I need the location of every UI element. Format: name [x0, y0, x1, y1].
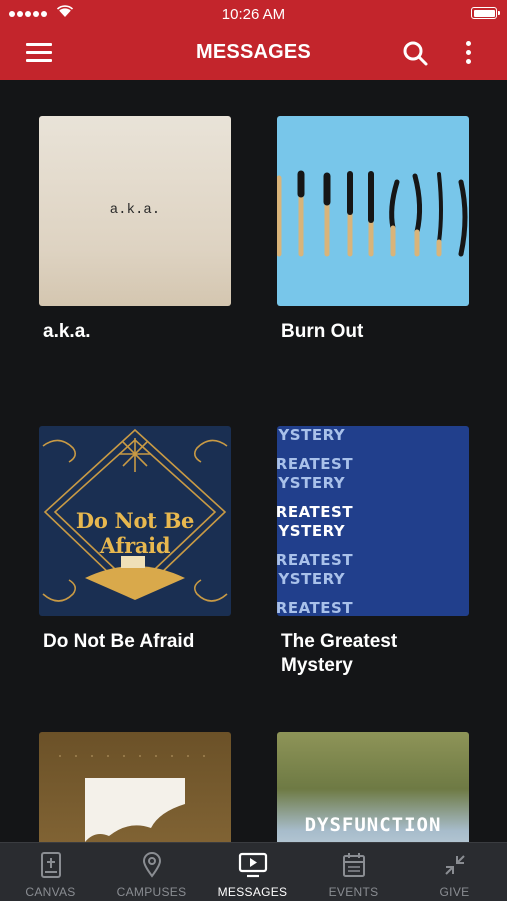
- thumbnail-text: GREATEST: [277, 455, 354, 473]
- tv-play-icon: [238, 852, 267, 878]
- search-icon[interactable]: [401, 39, 429, 67]
- thumbnail-text: GREATEST: [277, 599, 354, 616]
- thumbnail-text-pattern: MYSTERY GREATEST MYSTERY GREATEST MYSTER…: [277, 426, 469, 616]
- location-pin-icon: [142, 852, 161, 878]
- thumbnail-text: MYSTERY: [277, 426, 346, 444]
- thumbnail-text: MYSTERY: [277, 474, 346, 492]
- matches-illustration: [277, 170, 468, 257]
- message-thumbnail: a.k.a.: [39, 116, 231, 306]
- thumbnail-text: GREATEST: [277, 503, 354, 521]
- message-thumbnail: Do Not Be Afraid: [39, 426, 231, 616]
- tab-label: GIVE: [439, 885, 470, 899]
- tab-canvas[interactable]: CANVAS: [0, 843, 101, 901]
- messages-grid: a.k.a. a.k.a. Burn Out Do Not Be Afraid …: [0, 80, 507, 842]
- thumbnail-text: DYSFUNCTION: [304, 814, 442, 836]
- message-thumbnail: [39, 732, 231, 842]
- message-card-burn-out[interactable]: Burn Out: [277, 116, 469, 344]
- message-card-do-not-be-afraid[interactable]: Do Not Be Afraid Do Not Be Afraid: [39, 426, 231, 654]
- message-title: a.k.a.: [43, 321, 91, 342]
- tab-label: CANVAS: [25, 885, 76, 899]
- message-thumbnail: MYSTERY GREATEST MYSTERY GREATEST MYSTER…: [277, 426, 469, 616]
- status-bar: 10:26 AM: [0, 0, 507, 26]
- tab-events[interactable]: EVENTS: [303, 843, 404, 901]
- tab-give[interactable]: GIVE: [404, 843, 505, 901]
- tab-label: EVENTS: [328, 885, 379, 899]
- more-options-icon[interactable]: [458, 39, 478, 67]
- calendar-icon: [342, 853, 365, 877]
- message-card[interactable]: [39, 732, 231, 842]
- tab-campuses[interactable]: CAMPUSES: [101, 843, 202, 901]
- tab-messages[interactable]: MESSAGES: [202, 843, 303, 901]
- message-title: The Greatest Mystery: [281, 631, 398, 676]
- message-card-dysfunction[interactable]: DYSFUNCTION: [277, 732, 469, 842]
- message-card-greatest-mystery[interactable]: MYSTERY GREATEST MYSTERY GREATEST MYSTER…: [277, 426, 469, 678]
- thumbnail-text: MYSTERY: [277, 570, 346, 588]
- bottom-tab-bar: CANVAS CAMPUSES MESSAGES EVENTS GIVE: [0, 842, 507, 901]
- message-card-aka[interactable]: a.k.a. a.k.a.: [39, 116, 231, 344]
- message-thumbnail: [277, 116, 469, 306]
- message-thumbnail: DYSFUNCTION: [277, 732, 469, 842]
- abstract-shape-illustration: [59, 755, 211, 842]
- nav-bar: MESSAGES: [0, 26, 507, 80]
- give-arrows-icon: [444, 855, 465, 875]
- bible-icon: [40, 852, 61, 878]
- message-title: Do Not Be Afraid: [43, 631, 195, 652]
- thumbnail-text: MYSTERY: [277, 522, 346, 540]
- page-title: MESSAGES: [196, 41, 311, 63]
- message-title: Burn Out: [281, 321, 364, 342]
- thumbnail-text: Do Not Be Afraid: [75, 508, 195, 558]
- battery-icon: [471, 7, 500, 19]
- tab-label: CAMPUSES: [116, 885, 187, 899]
- thumbnail-text: GREATEST: [277, 551, 354, 569]
- tab-label: MESSAGES: [217, 885, 288, 899]
- top-bar: 10:26 AM MESSAGES: [0, 0, 507, 80]
- status-time: 10:26 AM: [221, 6, 286, 23]
- thumbnail-text: a.k.a.: [109, 202, 161, 218]
